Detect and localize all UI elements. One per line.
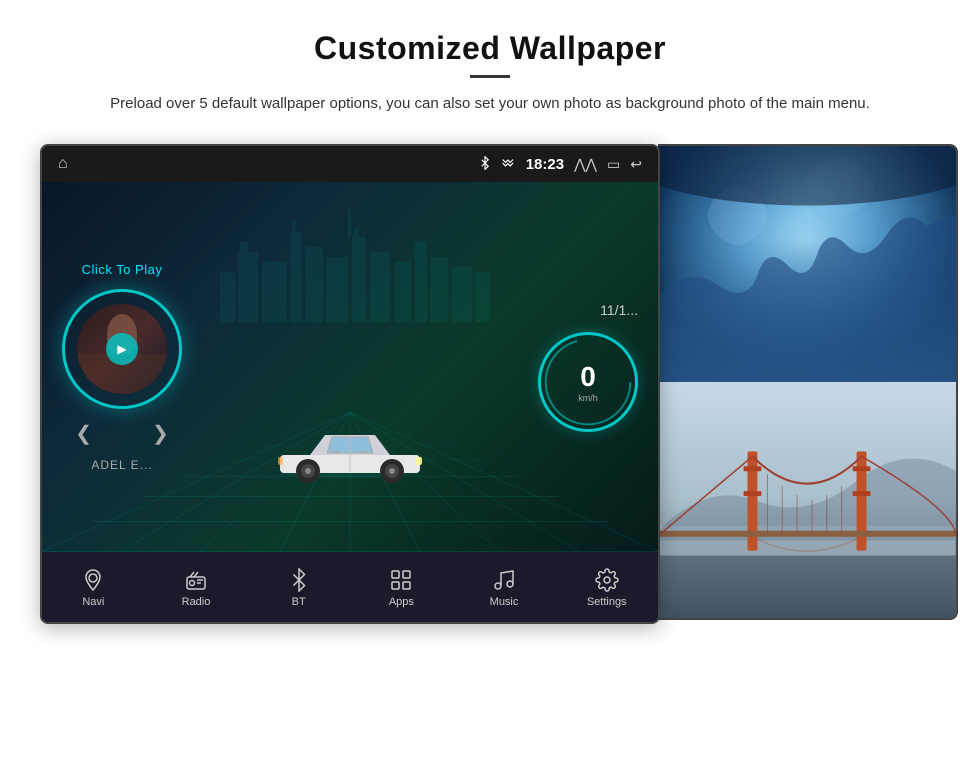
title-divider bbox=[470, 75, 510, 78]
screen-content: Click To Play ▶ ❮ ❯ ADEL E... bbox=[42, 182, 658, 552]
navi-label: Navi bbox=[82, 596, 104, 608]
apps-label: Apps bbox=[389, 596, 414, 608]
back-icon: ↩ bbox=[630, 156, 642, 173]
date-display: 11/1... bbox=[600, 302, 638, 318]
page-title: Customized Wallpaper bbox=[110, 30, 870, 67]
next-button[interactable]: ❯ bbox=[152, 421, 169, 446]
content-row: ⌂ 18:23 bbox=[40, 144, 940, 624]
car-screen: ⌂ 18:23 bbox=[42, 146, 658, 622]
car-image bbox=[260, 407, 440, 492]
golden-gate-image bbox=[658, 382, 958, 620]
page-subtitle: Preload over 5 default wallpaper options… bbox=[110, 92, 870, 116]
location-icon bbox=[81, 568, 105, 592]
nav-bar: Navi Radio bbox=[42, 552, 658, 622]
status-bar: ⌂ 18:23 bbox=[42, 146, 658, 182]
bluetooth-nav-icon bbox=[287, 568, 311, 592]
side-images bbox=[658, 144, 958, 620]
settings-icon bbox=[595, 568, 619, 592]
apps-icon bbox=[389, 568, 413, 592]
click-to-play-label[interactable]: Click To Play bbox=[82, 262, 163, 277]
signal-icon bbox=[502, 156, 516, 173]
nav-item-settings[interactable]: Settings bbox=[555, 568, 658, 608]
golden-gate-bg bbox=[658, 382, 956, 618]
page-container: Customized Wallpaper Preload over 5 defa… bbox=[0, 0, 980, 758]
nav-item-radio[interactable]: Radio bbox=[145, 568, 248, 608]
artist-name: ADEL E... bbox=[91, 458, 152, 472]
radio-icon bbox=[184, 568, 208, 592]
album-ring[interactable]: ▶ bbox=[62, 289, 182, 409]
music-player: Click To Play ▶ ❮ ❯ ADEL E... bbox=[62, 262, 182, 472]
nav-item-bt[interactable]: BT bbox=[247, 568, 350, 608]
settings-label: Settings bbox=[587, 596, 627, 608]
status-right: 18:23 ⋀⋀ ▭ ↩ bbox=[478, 156, 642, 173]
car-screen-wrapper: ⌂ 18:23 bbox=[40, 144, 660, 624]
nav-arrows: ❮ ❯ bbox=[75, 421, 169, 446]
status-left: ⌂ bbox=[58, 155, 68, 173]
skyline bbox=[200, 202, 500, 322]
status-time: 18:23 bbox=[526, 156, 564, 173]
play-button[interactable]: ▶ bbox=[106, 333, 138, 365]
radio-label: Radio bbox=[182, 596, 211, 608]
window-icon: ▭ bbox=[607, 156, 620, 173]
right-info: 11/1... 0 km/h bbox=[538, 302, 638, 432]
home-icon[interactable]: ⌂ bbox=[58, 155, 68, 173]
music-label: Music bbox=[490, 596, 519, 608]
ice-cave-image bbox=[658, 144, 958, 382]
speed-ring: 0 km/h bbox=[538, 332, 638, 432]
nav-item-navi[interactable]: Navi bbox=[42, 568, 145, 608]
ice-cave-bg bbox=[658, 146, 956, 382]
nav-item-music[interactable]: Music bbox=[453, 568, 556, 608]
title-section: Customized Wallpaper Preload over 5 defa… bbox=[110, 30, 870, 134]
up-arrows-icon: ⋀⋀ bbox=[574, 156, 597, 173]
nav-item-apps[interactable]: Apps bbox=[350, 568, 453, 608]
prev-button[interactable]: ❮ bbox=[75, 421, 92, 446]
music-icon bbox=[492, 568, 516, 592]
bluetooth-icon bbox=[478, 156, 492, 173]
bt-label: BT bbox=[292, 596, 306, 608]
